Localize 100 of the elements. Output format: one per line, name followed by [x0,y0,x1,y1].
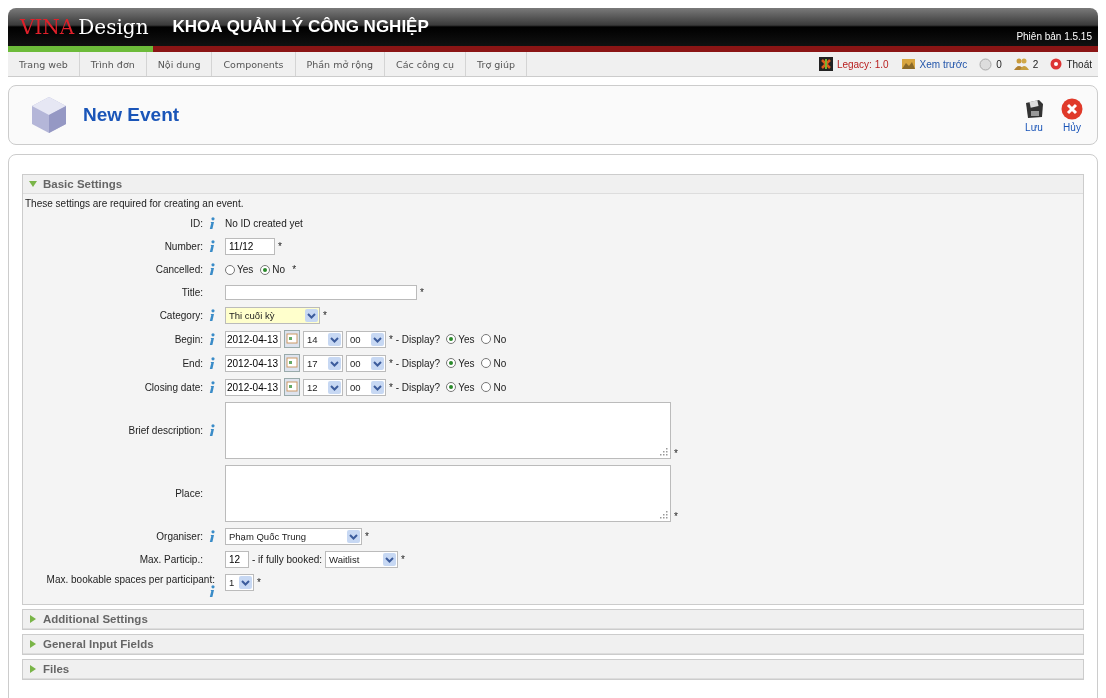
toolbar-button[interactable]: Hủy [1057,95,1087,135]
toolbar-button[interactable]: Lưu [1019,95,1049,135]
hour-dropdown[interactable]: 12 [303,378,343,396]
radio-label: Yes [458,357,475,369]
text-field[interactable] [225,285,417,300]
users-icon [1013,58,1029,70]
info-icon[interactable] [209,380,215,394]
radio-button[interactable] [260,264,271,275]
info-icon[interactable] [209,356,215,370]
date-field[interactable]: 2012-04-13 [225,330,281,348]
radio-label: Yes [458,333,475,345]
dropdown[interactable]: Waitlist [325,551,399,568]
radio-button[interactable] [446,358,457,368]
section-header[interactable]: Files [23,660,1083,679]
collapsed-arrow-icon [29,665,37,673]
expanded-arrow-icon [29,180,37,188]
collapsed-arrow-icon [29,640,37,648]
field-label: Max. Particip.: [139,554,203,565]
required-mark: * [365,531,369,542]
resize-grip-icon [659,447,668,456]
calendar-icon[interactable] [284,378,300,396]
field-label: Cancelled: [155,264,203,275]
id-value: No ID created yet [225,218,303,229]
menu-item[interactable]: Phần mở rộng [295,52,385,76]
text-area[interactable] [225,402,671,459]
required-mark: * [292,264,297,275]
menu-item[interactable]: Trình đơn [79,52,147,76]
required-mark: * [674,511,678,522]
logo-text: VINA [20,15,75,39]
menu-item[interactable]: Nội dung [146,52,213,76]
required-mark: * [278,241,282,252]
field-label: Begin: [174,333,203,345]
field-label: ID: [190,218,203,229]
display-label: * - Display? [389,357,441,369]
radio-label: Yes [237,264,254,275]
info-icon[interactable] [209,263,215,276]
message-icon [979,57,993,71]
display-label: * - Display? [389,333,441,345]
site-title: KHOA QUẢN LÝ CÔNG NGHIỆP [172,17,429,37]
radio-button[interactable] [446,382,457,392]
menu-item[interactable]: Trang web [8,52,80,76]
minute-dropdown[interactable]: 00 [346,354,386,372]
display-label: * - Display? [389,381,441,393]
legacy-link[interactable]: Legacy: 1.0 [836,58,889,70]
intro-text: These settings are required for creating an event. [25,198,245,209]
info-icon[interactable] [209,332,215,346]
info-icon[interactable] [209,309,215,322]
dropdown[interactable]: Thi cuối kỳ [225,307,320,324]
required-mark: * [420,287,424,298]
radio-button[interactable] [481,382,492,392]
text-field[interactable]: 11/12 [225,238,275,255]
field-label: Title: [181,287,203,298]
radio-label: No [272,264,286,275]
hour-dropdown[interactable]: 14 [303,330,343,348]
section-header[interactable]: General Input Fields [23,635,1083,654]
info-icon[interactable] [209,585,215,598]
joomla-logo-icon [818,57,833,71]
section-header[interactable]: Additional Settings [23,610,1083,629]
info-icon[interactable] [209,424,215,437]
preview-link[interactable]: Xem trước [919,58,968,70]
info-icon[interactable] [209,240,215,253]
calendar-icon[interactable] [284,354,300,372]
logout-icon [1050,58,1063,70]
menu-item[interactable]: Components [212,52,296,76]
minute-dropdown[interactable]: 00 [346,378,386,396]
radio-label: Yes [458,381,475,393]
menu-item[interactable]: Trợ giúp [466,52,527,76]
calendar-icon[interactable] [284,330,300,348]
section-header[interactable]: Basic Settings [23,175,1083,194]
page-title: New Event [83,104,180,126]
field-label: Place: [175,488,203,499]
radio-label: No [493,381,507,393]
field-label: Max. bookable spaces per participant: [46,574,215,585]
field-label: Closing date: [144,381,203,393]
collapsed-arrow-icon [29,615,37,623]
date-field[interactable]: 2012-04-13 [225,354,281,372]
info-icon[interactable] [209,530,215,543]
field-label: Category: [159,310,203,321]
dropdown[interactable]: 1 [225,574,254,591]
field-label: Number: [164,241,203,252]
radio-button[interactable] [481,334,492,344]
booked-label: - if fully booked: [252,554,323,565]
date-field[interactable]: 2012-04-13 [225,378,281,396]
text-area[interactable] [225,465,671,522]
hour-dropdown[interactable]: 17 [303,354,343,372]
info-icon[interactable] [209,217,215,230]
radio-button[interactable] [446,334,457,344]
text-field[interactable]: 12 [225,551,249,568]
resize-grip-icon [659,510,668,519]
logo-text: Design [78,15,149,39]
radio-label: No [493,357,507,369]
menu-item[interactable]: Các công cụ [385,52,467,76]
field-label: Brief description: [128,425,203,436]
radio-button[interactable] [481,358,492,368]
radio-button[interactable] [225,264,235,275]
minute-dropdown[interactable]: 00 [346,330,386,348]
required-mark: * [674,448,678,459]
required-mark: * [323,310,327,321]
logout-link[interactable]: Thoát [1066,58,1092,70]
dropdown[interactable]: Phạm Quốc Trung [225,528,362,545]
